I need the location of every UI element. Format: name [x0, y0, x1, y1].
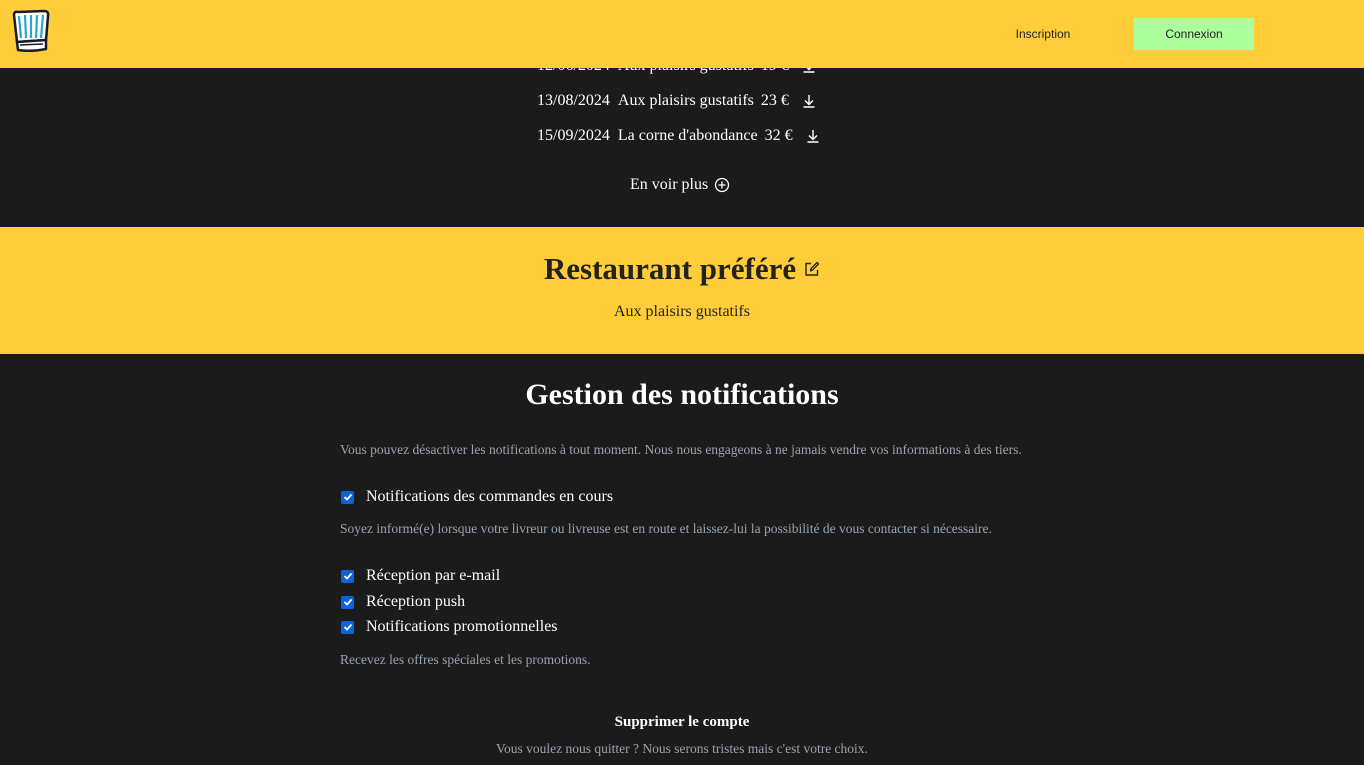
download-icon[interactable]: [806, 129, 820, 143]
order-row: 15/09/2024 La corne d'abondance 32 €: [537, 125, 820, 147]
see-more-label: En voir plus: [630, 176, 709, 193]
favorite-restaurant-name: Aux plaisirs gustatifs: [614, 303, 750, 320]
checkbox-label: Réception push: [366, 593, 466, 610]
order-date: 13/08/2024: [537, 92, 610, 109]
check-icon: [343, 493, 352, 501]
check-icon: [343, 572, 352, 580]
notifications-intro: Vous pouvez désactiver les notifications…: [340, 442, 1022, 457]
notifications-title: Gestion des notifications: [525, 378, 839, 411]
check-icon: [343, 623, 352, 631]
favorite-restaurant-section: Restaurant préféré Aux plaisirs gustatif…: [0, 227, 1364, 354]
promotional-hint: Recevez les offres spéciales et les prom…: [340, 652, 591, 667]
checkbox-promotional[interactable]: Notifications promotionnelles: [340, 617, 558, 637]
checkbox-email[interactable]: Réception par e-mail: [340, 566, 500, 586]
checkbox-label: Notifications promotionnelles: [366, 618, 558, 635]
order-notifications-hint: Soyez informé(e) lorsque votre livreur o…: [340, 521, 992, 536]
checkbox-label: Notifications des commandes en cours: [366, 488, 614, 505]
download-icon[interactable]: [802, 94, 816, 108]
checkbox-checked[interactable]: [341, 490, 354, 504]
order-restaurant: La corne d'abondance: [617, 127, 758, 144]
delete-account-hint: Vous voulez nous quitter ? Nous serons t…: [496, 741, 868, 756]
favorite-title: Restaurant préféré: [543, 251, 797, 286]
favorite-title-row: Restaurant préféré: [0, 251, 1364, 287]
signup-link[interactable]: Inscription: [983, 18, 1103, 50]
plus-circle-icon: [715, 177, 730, 193]
checkbox-push[interactable]: Réception push: [340, 592, 465, 612]
checkbox-order-notifications[interactable]: Notifications des commandes en cours: [340, 487, 613, 507]
order-price: 32 €: [764, 127, 793, 144]
order-price: 23 €: [760, 92, 789, 109]
site-header: Inscription Connexion: [0, 0, 1364, 68]
order-row: 13/08/2024 Aux plaisirs gustatifs 23 €: [537, 90, 816, 112]
login-button[interactable]: Connexion: [1134, 18, 1254, 50]
check-icon: [343, 598, 352, 606]
delete-account-button[interactable]: Supprimer le compte: [0, 714, 1364, 731]
checkbox-checked[interactable]: [341, 620, 354, 634]
chef-hat-icon[interactable]: [10, 9, 52, 53]
order-date: 15/09/2024: [537, 127, 610, 144]
order-restaurant: Aux plaisirs gustatifs: [617, 92, 754, 109]
checkbox-label: Réception par e-mail: [366, 567, 501, 584]
checkbox-checked[interactable]: [341, 569, 354, 583]
see-more-button[interactable]: En voir plus: [630, 174, 730, 196]
edit-icon[interactable]: [804, 261, 820, 277]
checkbox-checked[interactable]: [341, 595, 354, 609]
